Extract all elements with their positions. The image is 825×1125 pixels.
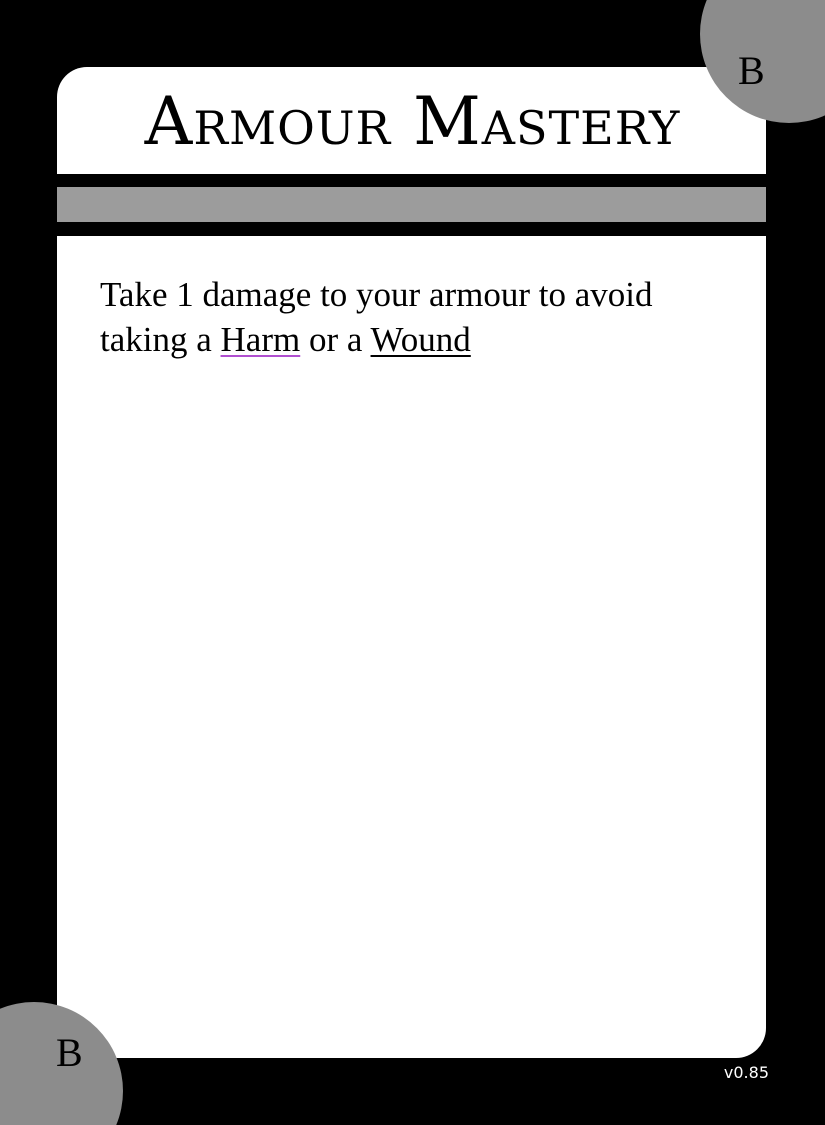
card-title: Armour Mastery	[144, 83, 681, 160]
rank-letter-top: B	[738, 48, 765, 93]
category-bar	[57, 187, 766, 222]
description-text-middle: or a	[300, 320, 371, 359]
ability-card: Armour Mastery Take 1 damage to your arm…	[0, 0, 825, 1125]
version-label: v0.85	[723, 1063, 769, 1082]
rank-letter-bottom: B	[56, 1030, 83, 1075]
card-description: Take 1 damage to your armour to avoid ta…	[100, 272, 740, 362]
wound-keyword-link[interactable]: Wound	[371, 320, 471, 359]
harm-keyword-link[interactable]: Harm	[221, 320, 301, 359]
